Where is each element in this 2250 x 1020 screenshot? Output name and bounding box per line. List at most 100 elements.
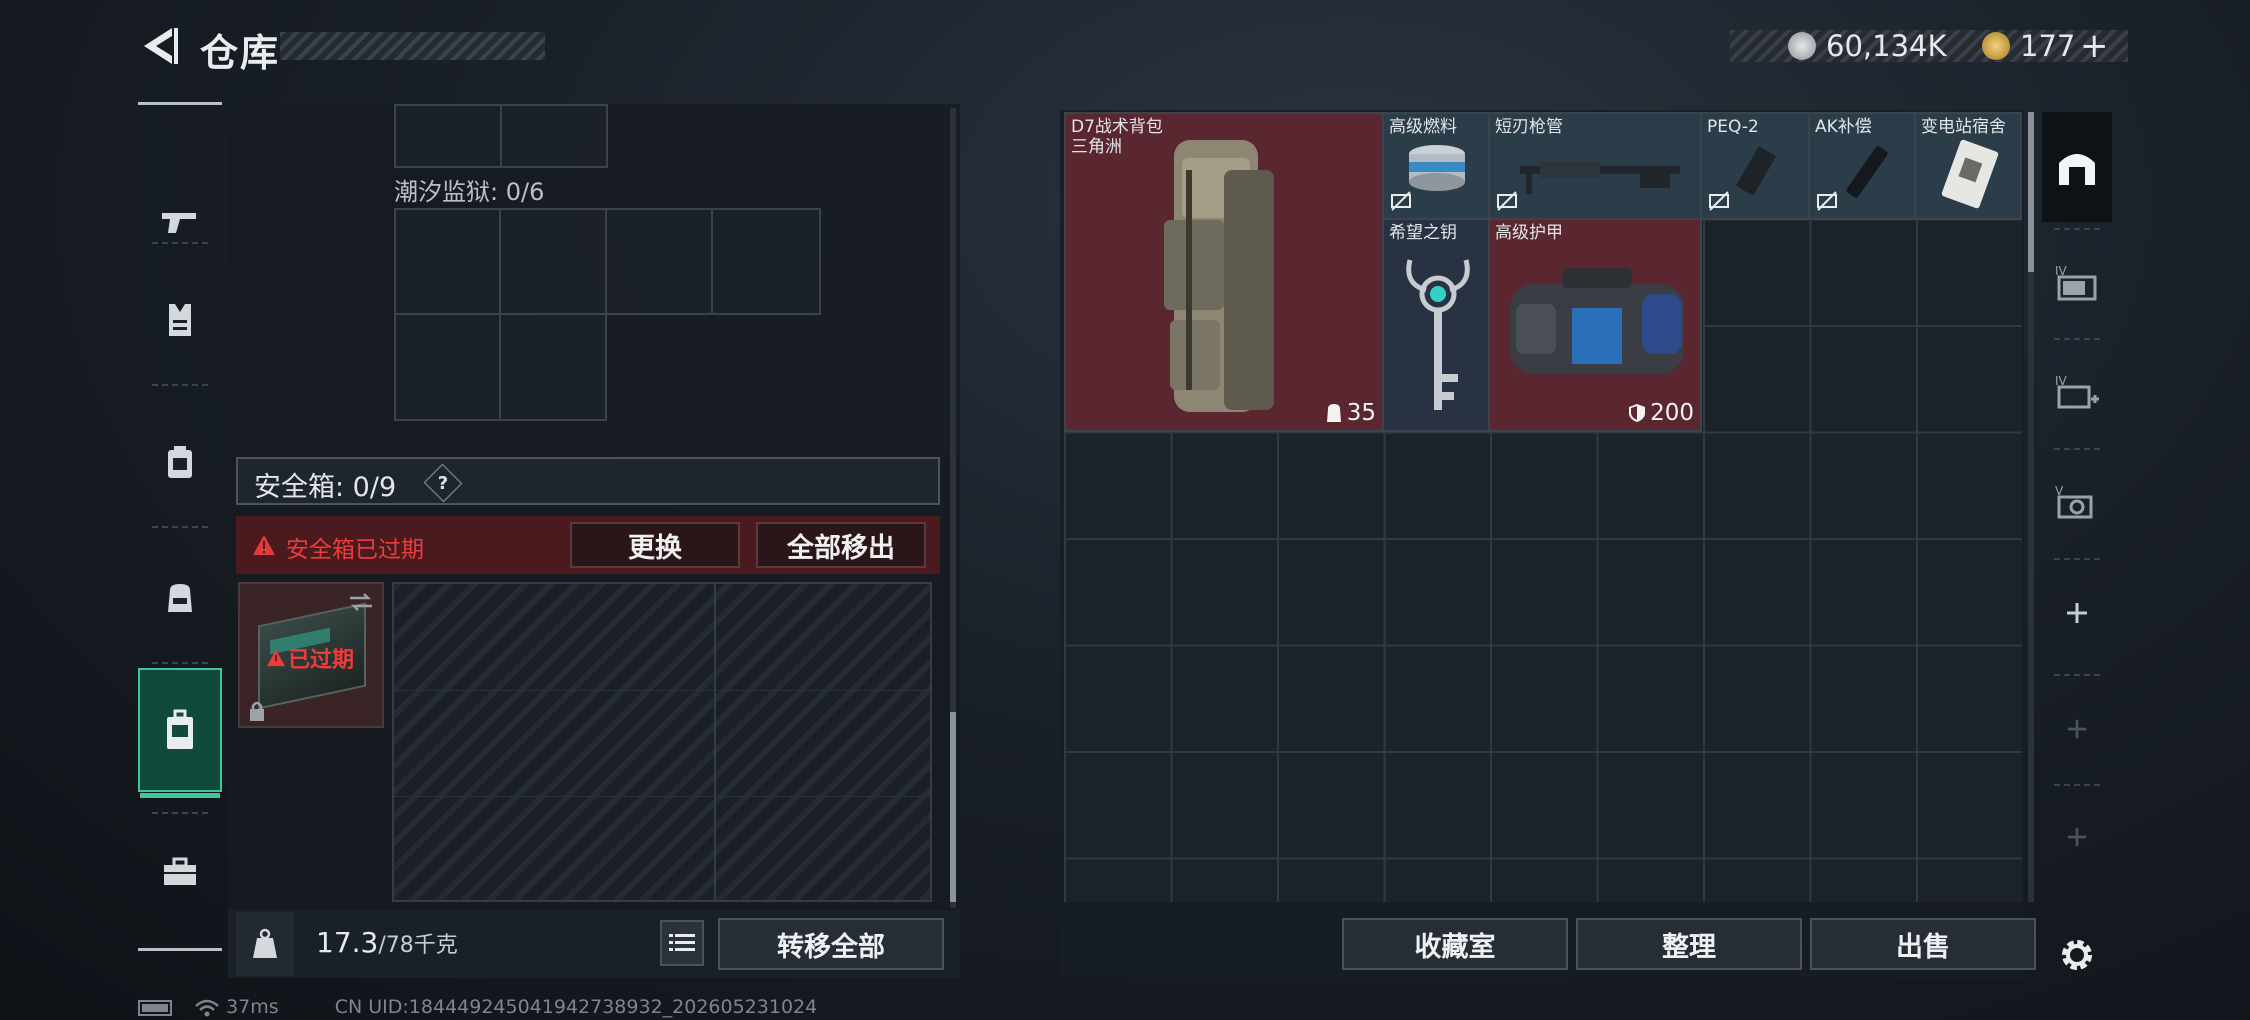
grid-cell[interactable]: [605, 208, 713, 315]
add-stash-tab-disabled: [2042, 674, 2112, 784]
chest-rig-icon: [168, 446, 192, 478]
silver-amount: 60,134K: [1826, 29, 1947, 63]
item-name: D7战术背包 三角洲: [1071, 117, 1163, 157]
item-name: 希望之钥: [1389, 223, 1457, 243]
settings-button[interactable]: [2042, 920, 2112, 990]
expired-warning-text: 安全箱已过期: [286, 537, 424, 563]
tab-stash-5[interactable]: V: [2042, 448, 2112, 558]
item-advanced-fuel[interactable]: 高级燃料: [1382, 112, 1490, 220]
ping-readout: 37ms: [226, 996, 279, 1018]
lock-icon: [250, 701, 264, 721]
weight-readout: 17.3/78千克: [316, 926, 458, 959]
organize-button[interactable]: 整理: [1576, 918, 1802, 970]
user-uid: CN UID:184449245041942738932_20260523102…: [334, 996, 818, 1018]
weight-icon-box: [236, 912, 294, 976]
safe-box-label: 安全箱: 0/9: [254, 472, 397, 503]
item-name: 高级燃料: [1389, 117, 1457, 137]
nav-divider-bottom: [138, 948, 222, 951]
stash-house-icon: [2059, 154, 2095, 185]
grid-cell[interactable]: [499, 313, 607, 421]
transfer-all-button[interactable]: 转移全部: [718, 918, 944, 970]
left-nav: [138, 102, 222, 952]
tab-stash-expand[interactable]: IV: [2042, 338, 2112, 448]
item-substation-dorm-key[interactable]: 变电站宿舍: [1914, 112, 2022, 220]
add-currency-button[interactable]: +: [2080, 29, 2109, 63]
expired-tag: 已过期: [266, 642, 354, 674]
grid-cell[interactable]: [499, 208, 607, 315]
plus-icon: [2067, 827, 2087, 847]
add-stash-tab-button[interactable]: [2042, 558, 2112, 668]
item-d7-backpack[interactable]: D7战术背包 三角洲 35: [1064, 112, 1384, 432]
safe-case-icon: [167, 709, 193, 749]
nav-safe-box[interactable]: [138, 668, 222, 798]
currency-bar: 60,134K 177 +: [1730, 29, 2128, 63]
replace-button[interactable]: 更换: [570, 522, 740, 568]
no-trade-icon: [1709, 191, 1729, 211]
back-arrow-icon[interactable]: [138, 24, 180, 68]
item-peq2[interactable]: PEQ-2: [1700, 112, 1810, 220]
add-stash-tab-disabled: [2042, 792, 2112, 882]
battery-icon: [138, 999, 172, 1016]
keycard-image: [1941, 139, 1999, 209]
stash-search-icon: V: [2055, 484, 2093, 519]
no-trade-icon: [1497, 191, 1517, 211]
backpack-image: [1164, 140, 1274, 412]
item-ak-compensator[interactable]: AK补偿: [1808, 112, 1916, 220]
grid-cell[interactable]: [394, 208, 501, 315]
fuel-can-image: [1409, 145, 1465, 191]
prison-slot-label: 潮汐监狱: 0/6: [394, 178, 545, 206]
no-trade-icon: [1817, 191, 1837, 211]
nav-helmet[interactable]: [138, 402, 222, 522]
stash-storage-icon: IV: [2055, 264, 2097, 301]
swap-icon: [350, 593, 372, 611]
expired-warning-bar: 安全箱已过期 更换 全部移出: [236, 516, 940, 574]
armor-bag-image: [1510, 268, 1684, 374]
plus-icon: [2067, 719, 2087, 739]
list-icon: [669, 934, 695, 951]
plus-icon: [2067, 603, 2087, 623]
item-name: 变电站宿舍: [1921, 117, 2006, 137]
item-name: 高级护甲: [1495, 223, 1563, 243]
stash-scrollbar-thumb[interactable]: [2028, 112, 2034, 272]
grid-cell[interactable]: [394, 313, 501, 421]
gold-coin-icon: [1982, 32, 2010, 60]
laser-module-image: [1735, 146, 1777, 196]
safe-box-grid[interactable]: [392, 582, 932, 902]
left-scrollbar-thumb[interactable]: [950, 712, 956, 902]
item-short-barrel[interactable]: 短刃枪管: [1488, 112, 1702, 220]
barrel-image: [1520, 162, 1680, 194]
item-name: 短刃枪管: [1495, 117, 1563, 137]
weight-max: /78千克: [378, 933, 458, 958]
list-view-button[interactable]: [660, 920, 704, 966]
stash-add-icon: IV: [2055, 374, 2099, 409]
item-count: 35: [1325, 400, 1376, 426]
wifi-icon: [195, 999, 219, 1016]
safe-case-slot[interactable]: 已过期: [238, 582, 384, 728]
nav-backpack[interactable]: [138, 538, 222, 658]
item-advanced-armor[interactable]: 高级护甲 200: [1488, 218, 1702, 432]
tab-stash-4[interactable]: IV: [2042, 228, 2112, 338]
grid-cell[interactable]: [711, 208, 821, 315]
sell-button[interactable]: 出售: [1810, 918, 2036, 970]
collection-room-button[interactable]: 收藏室: [1342, 918, 1568, 970]
silver-coin-icon: [1788, 32, 1816, 60]
item-count: 200: [1628, 400, 1694, 426]
help-icon[interactable]: ?: [423, 463, 463, 503]
remove-all-button[interactable]: 全部移出: [756, 522, 926, 568]
tab-stash-main[interactable]: [2042, 112, 2112, 222]
stash-tabs: IV IV V: [2042, 112, 2112, 972]
weight-current: 17.3: [316, 926, 379, 959]
item-name: AK补偿: [1815, 117, 1872, 137]
pistol-icon: [162, 213, 196, 233]
weight-icon: [253, 928, 277, 958]
status-footer: 37ms CN UID:184449245041942738932_202605…: [138, 996, 817, 1018]
backpack-capacity-icon: [1326, 404, 1341, 422]
item-key-of-hope[interactable]: 希望之钥: [1382, 218, 1490, 432]
key-image: [1406, 259, 1470, 410]
item-name: PEQ-2: [1707, 117, 1759, 137]
backpack-icon: [168, 584, 192, 612]
compensator-image: [1846, 146, 1888, 198]
warning-icon: [253, 535, 275, 555]
nav-armor[interactable]: [138, 260, 222, 380]
nav-briefcase[interactable]: [138, 812, 222, 932]
